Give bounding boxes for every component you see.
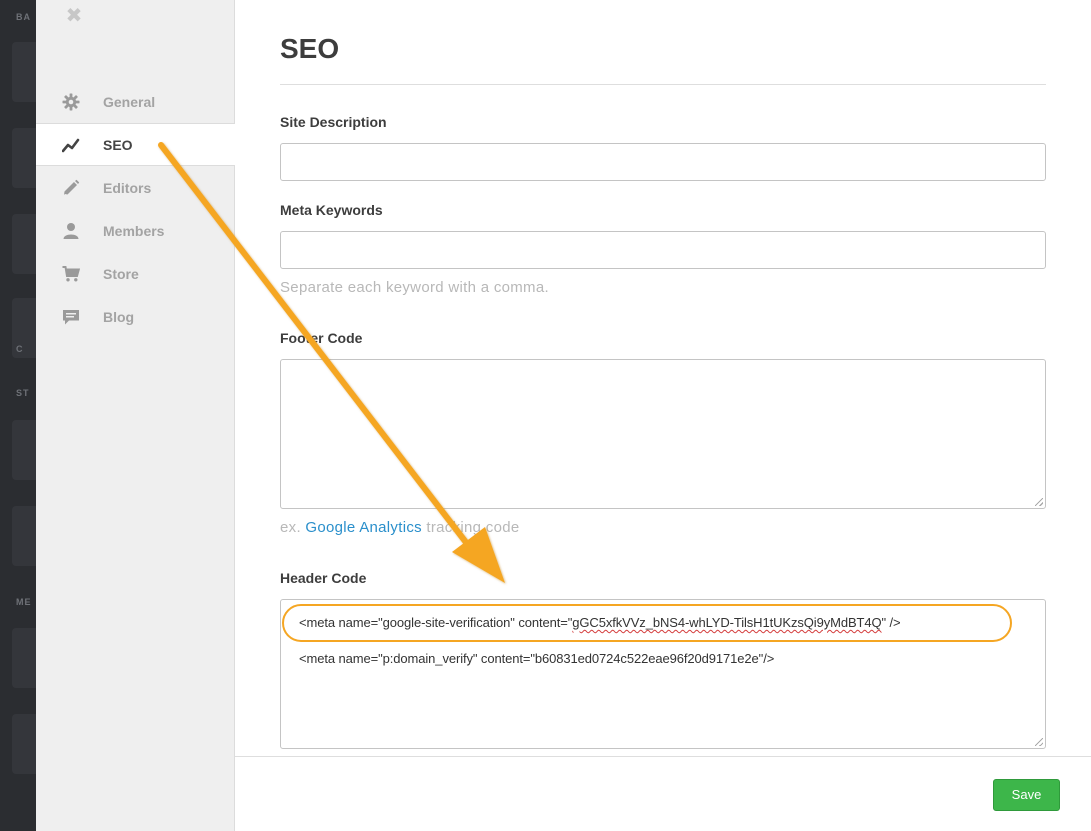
meta-keywords-input[interactable] [280,231,1046,269]
site-description-input[interactable] [280,143,1046,181]
background-card [12,506,36,566]
meta-keywords-help: Separate each keyword with a comma. [280,279,549,296]
background-card [12,128,36,188]
sidebar-item-members[interactable]: Members [36,209,235,252]
code-line-pinterest-verification: <meta name="p:domain_verify" content="b6… [299,651,775,666]
settings-nav: General SEO Editors Members Store Blog [36,80,235,338]
background-label: ST [16,388,30,398]
sidebar-item-general[interactable]: General [36,80,235,123]
sidebar-item-label: Members [103,222,165,239]
meta-keywords-label: Meta Keywords [280,202,383,218]
background-app-strip: BA C ST ME [0,0,36,831]
google-analytics-link[interactable]: Google Analytics [305,519,422,536]
sidebar-item-label: General [103,93,156,110]
background-label: C [16,344,24,354]
resize-handle[interactable] [1035,498,1043,506]
gear-icon [62,93,80,111]
code-line-google-verification: <meta name="google-site-verification" co… [299,615,901,630]
trending-icon [62,136,80,154]
sidebar-item-editors[interactable]: Editors [36,166,235,209]
background-card [12,420,36,480]
background-card [12,714,36,774]
code-text: <meta name="google-site-verification" co… [299,615,573,630]
footer-code-label: Footer Code [280,330,363,346]
pencil-icon [62,179,80,197]
footer-code-help: ex. Google Analytics tracking code [280,519,520,536]
sidebar-item-label: Blog [103,308,135,325]
sidebar-item-store[interactable]: Store [36,252,235,295]
header-code-label: Header Code [280,570,367,586]
background-label: BA [16,12,31,22]
seo-settings-panel: SEO Site Description Meta Keywords Separ… [235,0,1091,831]
person-icon [62,222,80,240]
background-card [12,628,36,688]
code-text: " /> [881,615,901,630]
comment-icon [62,308,80,326]
page-title: SEO [280,33,340,64]
background-card [12,42,36,102]
site-description-label: Site Description [280,114,387,130]
header-code-textarea[interactable]: <meta name="google-site-verification" co… [280,599,1046,749]
footer-code-textarea[interactable] [280,359,1046,509]
save-button[interactable]: Save [993,779,1060,811]
background-card [12,214,36,274]
close-icon[interactable]: ✖ [64,6,84,26]
resize-handle[interactable] [1035,738,1043,746]
background-label: ME [16,597,32,607]
sidebar-item-blog[interactable]: Blog [36,295,235,338]
help-suffix: tracking code [421,519,520,536]
sidebar-item-label: SEO [103,136,133,153]
sidebar-item-label: Editors [103,179,152,196]
footer-bar: Save [235,756,1091,831]
sidebar-item-label: Store [103,265,139,282]
divider [280,84,1046,85]
help-prefix: ex. [280,519,306,536]
verification-token: gGC5xfkVVz_bNS4-whLYD-TilsH1tUKzsQi9yMdB… [572,615,882,630]
cart-icon [62,265,80,283]
settings-sidebar: ✖ General SEO Editors Members Store Blog [36,0,235,831]
sidebar-item-seo[interactable]: SEO [36,123,235,166]
